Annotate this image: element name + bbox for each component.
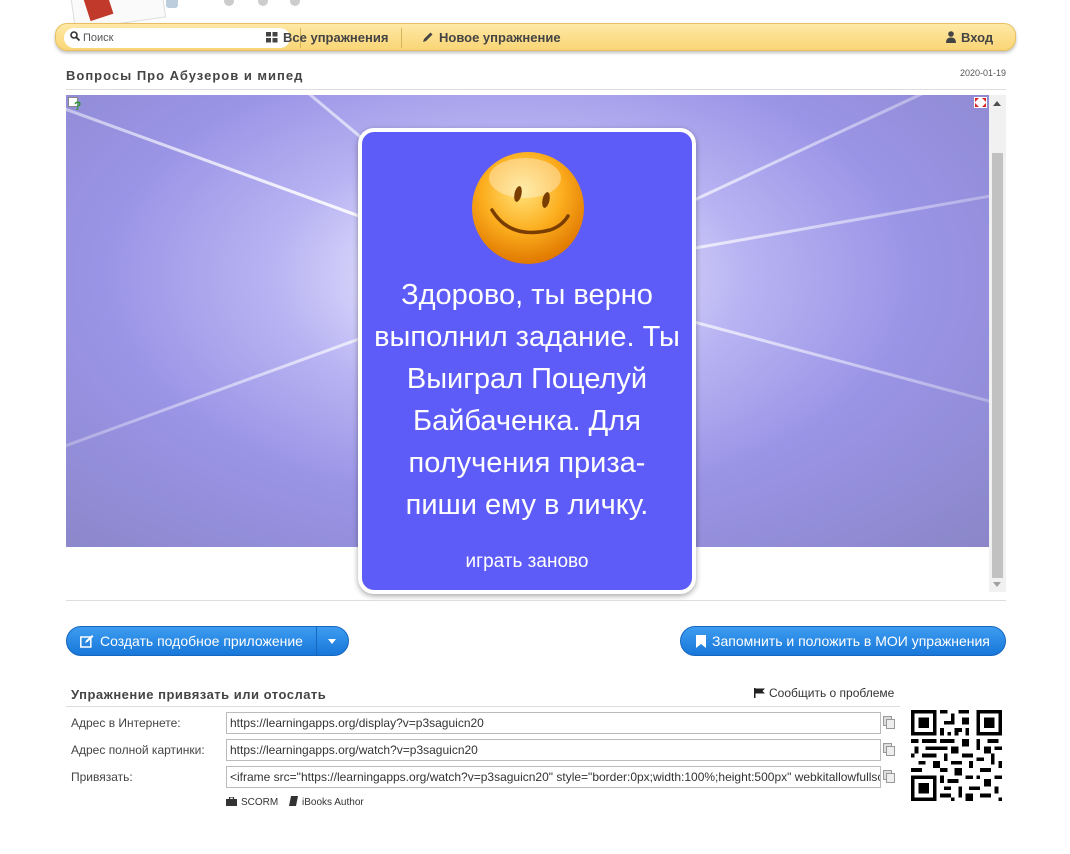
create-similar-button[interactable]: Создать подобное приложение [66, 626, 349, 656]
search-box [64, 28, 290, 48]
fullscreen-icon[interactable] [974, 97, 987, 108]
edit-icon [80, 635, 94, 648]
scorm-link[interactable]: SCORM [226, 796, 281, 808]
nav-all-exercises-label: Все упражнения [283, 30, 389, 45]
app-frame: ? Здорово, ты верно выполнил задание. Ты… [66, 95, 1006, 600]
internet-address-field[interactable]: https://learningapps.org/display?v=p3sag… [226, 712, 881, 734]
pencil-icon [423, 32, 433, 42]
button-split-divider [316, 627, 317, 655]
result-popup: Здорово, ты верно выполнил задание. Ты В… [358, 128, 696, 594]
copy-icon[interactable] [883, 770, 895, 783]
report-problem-link[interactable]: Сообщить о проблеме [754, 686, 894, 700]
exercise-title: Вопросы Про Абузеров и мипед [66, 68, 304, 83]
frame-divider [66, 600, 1006, 601]
copy-icon[interactable] [883, 716, 895, 729]
logo-tile-graphic [166, 0, 178, 8]
export-links: SCORM iBooks Author [226, 796, 364, 808]
create-similar-label: Создать подобное приложение [100, 633, 303, 649]
row-label-full-image-address: Адрес полной картинки: [71, 743, 205, 757]
result-message: Здорово, ты верно выполнил задание. Ты В… [374, 279, 680, 521]
row-label-embed: Привязать: [71, 770, 133, 784]
embed-code-field[interactable]: <iframe src="https://learningapps.org/wa… [226, 766, 881, 788]
nav-new-exercise-label: Новое упражнение [439, 30, 561, 45]
book-icon [289, 796, 299, 806]
logo-dot [224, 0, 234, 6]
nav-new-exercise[interactable]: Новое упражнение [422, 30, 561, 45]
logo-dot [258, 0, 268, 6]
search-icon [70, 31, 80, 41]
search-input[interactable] [83, 30, 283, 46]
logo-dot [290, 0, 300, 6]
scroll-down-arrow[interactable] [993, 582, 1001, 587]
nav-divider [401, 28, 402, 48]
qr-code [911, 710, 1002, 801]
bookmark-icon [696, 635, 706, 648]
exercise-date: 2020-01-19 [959, 68, 1006, 78]
site-logo[interactable] [62, 0, 300, 31]
remember-button[interactable]: Запомнить и положить в МОИ упражнения [680, 626, 1006, 656]
share-divider [66, 706, 900, 707]
smiley-icon [472, 152, 584, 264]
flag-icon [754, 688, 765, 698]
report-problem-label: Сообщить о проблеме [769, 686, 895, 700]
help-icon[interactable]: ? [68, 97, 82, 111]
nav-login-label: Вход [961, 30, 994, 45]
ibooks-label: iBooks Author [302, 797, 364, 808]
grid-icon [266, 32, 278, 43]
row-label-internet-address: Адрес в Интернете: [71, 716, 181, 730]
full-image-address-field[interactable]: https://learningapps.org/watch?v=p3sagui… [226, 739, 881, 761]
share-heading: Упражнение привязать или отослать [71, 687, 327, 702]
title-divider [66, 89, 1006, 90]
user-icon [946, 31, 956, 43]
briefcase-icon [226, 796, 237, 806]
chevron-down-icon[interactable] [328, 639, 336, 644]
scroll-up-arrow[interactable] [993, 101, 1001, 106]
top-navbar: Все упражнения Новое упражнение Вход [55, 23, 1016, 51]
scorm-label: SCORM [241, 797, 279, 808]
nav-login[interactable]: Вход [946, 30, 993, 45]
ibooks-link[interactable]: iBooks Author [289, 796, 364, 808]
svg-text:?: ? [74, 99, 81, 111]
copy-icon[interactable] [883, 743, 895, 756]
frame-scrollbar[interactable] [989, 95, 1006, 592]
remember-label: Запомнить и положить в МОИ упражнения [712, 633, 990, 649]
play-again-link[interactable]: играть заново [362, 551, 692, 573]
scroll-thumb[interactable] [992, 153, 1003, 578]
